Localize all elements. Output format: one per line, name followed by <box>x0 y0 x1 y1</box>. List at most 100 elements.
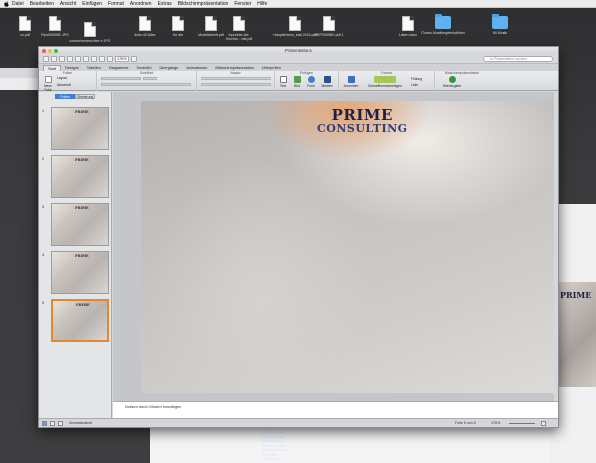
list-item[interactable]: 2037 Hoechbruch <box>262 448 287 453</box>
menu-datei[interactable]: Datei <box>12 1 24 7</box>
section-button[interactable]: Abschnitt <box>57 83 71 87</box>
text-box-button[interactable]: Text <box>277 76 289 88</box>
slideshow-view-button[interactable] <box>58 421 63 426</box>
background-slide-preview: PRIME <box>554 282 596 387</box>
undo-button[interactable] <box>75 55 81 62</box>
vertical-scrollbar[interactable] <box>554 92 558 401</box>
font-name-dropdown[interactable] <box>101 77 141 80</box>
view-label: Normalansicht <box>69 421 92 425</box>
desktop-file-icon[interactable]: Inprionte.der. Hinchst....bst.pdf <box>216 16 262 41</box>
menu-fenster[interactable]: Fenster <box>234 1 251 7</box>
line-button[interactable]: Linie <box>411 83 418 87</box>
quick-styles-icon <box>374 76 396 83</box>
prime-consulting-logo: PRIME CONSULTING <box>317 106 408 135</box>
new-document-button[interactable] <box>43 55 49 62</box>
gallery-button[interactable] <box>99 55 105 62</box>
zoom-level: 176% <box>491 421 501 425</box>
media-icon <box>323 76 331 83</box>
slide-editor: PRIME CONSULTING <box>113 92 558 401</box>
slide-thumbnail[interactable]: PRIME <box>51 155 109 198</box>
menu-extras[interactable]: Extras <box>158 1 172 7</box>
new-slide-button[interactable]: Neue Folie <box>41 76 55 92</box>
menu-bar: Datei Bearbeiten Ansicht Einfügen Format… <box>0 0 596 8</box>
menu-format[interactable]: Format <box>108 1 124 7</box>
list-item[interactable]: 2039-Damen <box>262 457 287 462</box>
fit-window-button[interactable] <box>541 421 546 426</box>
search-input[interactable]: In Präsentation suchen <box>483 56 553 62</box>
document-icon <box>84 22 96 37</box>
desktop-folder-icon[interactable]: Mi Musik <box>477 14 523 35</box>
notes-placeholder: Notizen durch Klicken hinzufügen <box>125 405 182 409</box>
tab-folien[interactable]: Folien <box>55 94 75 99</box>
slide-thumbnail-selected[interactable]: PRIME <box>51 299 109 342</box>
background-window-strip <box>0 78 38 90</box>
shape-button[interactable]: Form <box>305 76 317 88</box>
zoom-field[interactable]: 176% <box>115 55 129 62</box>
menu-anordnen[interactable]: Anordnen <box>130 1 152 7</box>
redo-button[interactable] <box>83 55 89 62</box>
format-painter-button[interactable] <box>91 55 97 62</box>
folder-icon <box>435 14 451 29</box>
menu-ansicht[interactable]: Ansicht <box>60 1 76 7</box>
desktop-folder-icon[interactable]: iTunes Musikergebnisbhlen <box>420 14 466 35</box>
document-icon <box>172 16 184 31</box>
document-icon <box>323 16 335 31</box>
pane-tabs: Folien Gliederung <box>39 94 111 100</box>
powerpoint-window: Präsentation1 176% In Präsentation suche… <box>38 46 559 428</box>
picture-icon <box>293 76 301 83</box>
notes-pane[interactable]: Notizen durch Klicken hinzufügen <box>113 401 558 418</box>
document-icon <box>289 16 301 31</box>
slide-thumbnail[interactable]: PRIME <box>51 251 109 294</box>
font-format-buttons[interactable] <box>101 83 191 86</box>
ribbon-tabs: Start Designs Tabellen Diagramme SmartAr… <box>39 64 558 71</box>
slide-number: 1 <box>42 109 45 113</box>
ribbon-group-absatz: Absatz <box>197 71 275 91</box>
layout-button[interactable]: Layout <box>57 76 67 80</box>
text-box-icon <box>279 76 287 83</box>
menu-einfuegen[interactable]: Einfügen <box>82 1 102 7</box>
open-button[interactable] <box>51 55 57 62</box>
slide-number: 4 <box>42 253 45 257</box>
tab-gliederung[interactable]: Gliederung <box>75 94 95 99</box>
menu-bildschirmpraesentation[interactable]: Bildschirmpräsentation <box>178 1 229 7</box>
document-icon <box>49 16 61 31</box>
menu-hilfe[interactable]: Hilfe <box>257 1 267 7</box>
arrange-button[interactable]: Anordnen <box>343 76 359 88</box>
help-button[interactable] <box>131 55 137 62</box>
picture-button[interactable]: Bild <box>291 76 303 88</box>
window-titlebar: Präsentation1 <box>39 47 558 54</box>
folder-icon <box>492 14 508 29</box>
background-file-list: 2038-Grüne Urban 2039-Frühlingbet 2036 F… <box>262 430 287 462</box>
slide-thumbnail[interactable]: PRIME <box>51 107 109 150</box>
slide-number: 5 <box>42 301 45 305</box>
normal-view-button[interactable] <box>42 421 47 426</box>
print-button[interactable] <box>67 55 73 62</box>
media-button[interactable]: Medien <box>320 76 334 88</box>
list-item[interactable]: 2038-Grüne Urban <box>262 430 287 435</box>
paragraph-list-buttons[interactable] <box>201 77 271 80</box>
play-button[interactable]: Wiedergabe <box>441 76 463 88</box>
document-icon <box>233 16 245 31</box>
fill-button[interactable]: Füllung <box>411 77 422 81</box>
status-bar: Normalansicht Folie 5 von 5 176% <box>39 418 558 427</box>
slide-counter: Folie 5 von 5 <box>455 421 476 425</box>
menu-bearbeiten[interactable]: Bearbeiten <box>30 1 54 7</box>
apple-icon[interactable] <box>4 0 9 7</box>
slide-sorter-button[interactable] <box>50 421 55 426</box>
toolbox-button[interactable] <box>107 55 113 62</box>
current-slide[interactable]: PRIME CONSULTING <box>141 101 554 393</box>
slide-number: 3 <box>42 205 45 209</box>
desktop-file-icon[interactable]: sonderbeweschbie e.JPG <box>67 22 113 43</box>
shape-icon <box>307 76 315 83</box>
ribbon-group-schriftart: Schriftart <box>97 71 197 91</box>
slide-thumbnail[interactable]: PRIME <box>51 203 109 246</box>
arrange-icon <box>347 76 355 83</box>
zoom-slider[interactable] <box>509 423 535 424</box>
save-button[interactable] <box>59 55 65 62</box>
quick-styles-button[interactable]: Schnellformatvorlagen <box>365 76 405 88</box>
document-icon <box>139 16 151 31</box>
window-title: Präsentation1 <box>284 48 313 53</box>
paragraph-align-buttons[interactable] <box>201 83 271 86</box>
font-size-dropdown[interactable] <box>143 77 157 80</box>
desktop-file-icon[interactable]: DRP2009BX.pdf 1 <box>306 16 352 37</box>
